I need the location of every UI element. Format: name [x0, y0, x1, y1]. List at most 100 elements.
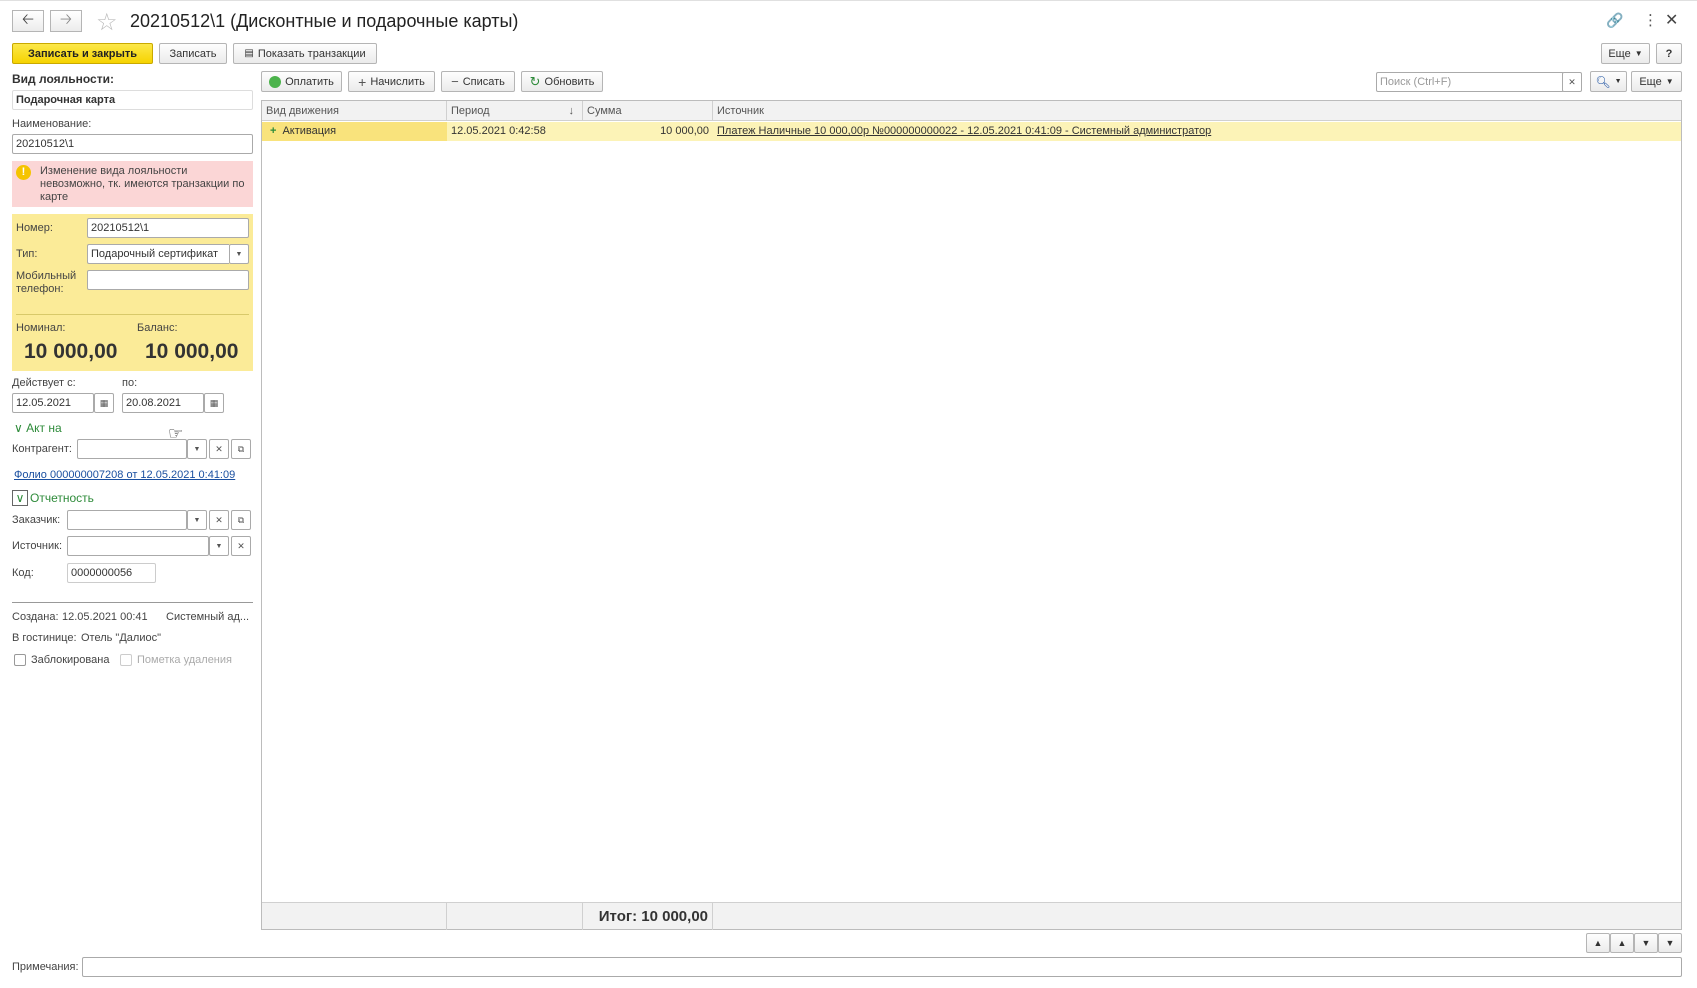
search-placeholder: Поиск (Ctrl+F) — [1380, 76, 1452, 88]
calendar-icon: ▦ — [99, 397, 109, 408]
alert-text: Изменение вида лояльности невозможно, тк… — [40, 165, 245, 203]
table-row[interactable]: + Активация 12.05.2021 0:42:58 10 000,00 … — [262, 122, 1681, 141]
card-panel-divider — [16, 314, 249, 315]
alert-box: ! Изменение вида лояльности невозможно, … — [12, 161, 253, 207]
cell-source-link[interactable]: Платеж Наличные 10 000,00р №000000000022… — [713, 122, 1681, 141]
customer-field[interactable] — [67, 510, 187, 530]
link-icon[interactable]: 🔗 — [1606, 12, 1623, 29]
customer-clear-button[interactable]: ✕ — [209, 510, 229, 530]
valid-from-calendar-button[interactable]: ▦ — [94, 393, 114, 413]
valid-from-label: Действует с: — [12, 377, 76, 389]
column-header-source[interactable]: Источник — [713, 101, 1681, 121]
transactions-table[interactable]: Вид движения Период ↓ Сумма Источник + Ак… — [261, 100, 1682, 930]
folio-link[interactable]: Фолио 000000007208 от 12.05.2021 0:41:09 — [14, 469, 235, 481]
pay-label: Оплатить — [285, 75, 334, 88]
created-value: 12.05.2021 00:41 — [62, 611, 148, 623]
type-dropdown-button[interactable]: ▼ — [229, 244, 249, 264]
refresh-button[interactable]: ↻ Обновить — [521, 71, 603, 92]
phone-field[interactable] — [87, 270, 249, 290]
counterparty-field[interactable] — [77, 439, 187, 459]
source-clear-button[interactable]: ✕ — [231, 536, 251, 556]
chevron-down-icon: ▼ — [235, 250, 243, 258]
blocked-label: Заблокирована — [31, 654, 110, 666]
nominal-value: 10 000,00 — [24, 340, 118, 363]
valid-to-field[interactable]: 20.08.2021 — [122, 393, 204, 413]
counterparty-clear-button[interactable]: ✕ — [209, 439, 229, 459]
top-border — [0, 0, 1697, 1]
name-field[interactable]: 20210512\1 — [12, 134, 253, 154]
kebab-icon[interactable]: ⋮ — [1643, 11, 1658, 29]
accrue-button[interactable]: + Начислить — [348, 71, 435, 92]
cell-kind: + Активация — [262, 122, 447, 141]
created-label: Создана: — [12, 611, 59, 623]
show-transactions-label: Показать транзакции — [257, 47, 366, 60]
scroll-down-button[interactable]: ▼ — [1634, 933, 1658, 953]
table-more-label: Еще — [1639, 75, 1662, 88]
valid-to-calendar-button[interactable]: ▦ — [204, 393, 224, 413]
cell-sum: 10 000,00 — [660, 125, 709, 137]
double-up-icon: ▲ — [1593, 938, 1603, 948]
search-button[interactable]: 🔍︎ ▼ — [1590, 71, 1627, 92]
chevron-down-icon: ∨ — [12, 490, 28, 506]
scroll-top-button[interactable]: ▲ — [1586, 933, 1610, 953]
scroll-bottom-button[interactable]: ▼ — [1658, 933, 1682, 953]
writeoff-button[interactable]: − Списать — [441, 71, 515, 92]
window-title: 20210512\1 (Дисконтные и подарочные карт… — [130, 11, 519, 31]
type-select[interactable]: Подарочный сертификат — [87, 244, 229, 264]
counterparty-open-button[interactable]: ⧉ — [231, 439, 251, 459]
source-field[interactable] — [67, 536, 209, 556]
scroll-up-button[interactable]: ▲ — [1610, 933, 1634, 953]
double-down-icon: ▼ — [1665, 938, 1675, 948]
counterparty-label: Контрагент: — [12, 443, 72, 455]
more-button[interactable]: Еще ▼ — [1601, 43, 1650, 64]
balance-label: Баланс: — [137, 322, 178, 334]
chevron-down-icon: ▼ — [193, 445, 201, 453]
plus-icon: + — [270, 125, 277, 137]
forward-button[interactable]: 🡢 — [50, 10, 82, 32]
table-more-button[interactable]: Еще ▼ — [1631, 71, 1682, 92]
search-input[interactable]: Поиск (Ctrl+F) — [1376, 72, 1564, 92]
loyalty-field[interactable]: Подарочная карта — [12, 90, 253, 110]
created-by: Системный ад... — [166, 611, 250, 623]
deletion-checkbox[interactable] — [120, 654, 132, 666]
number-label: Номер: — [16, 222, 53, 234]
blocked-checkbox[interactable] — [14, 654, 26, 666]
source-dropdown-button[interactable]: ▼ — [209, 536, 229, 556]
arrow-left-icon: 🡠 — [21, 10, 35, 28]
pay-button[interactable]: Оплатить — [261, 71, 342, 92]
nominal-label: Номинал: — [16, 322, 66, 334]
search-clear-button[interactable]: ✕ — [1562, 72, 1582, 92]
code-field[interactable]: 0000000056 — [67, 563, 156, 583]
hotel-label: В гостинице: — [12, 632, 77, 644]
accrue-label: Начислить — [370, 75, 425, 88]
counterparty-dropdown-button[interactable]: ▼ — [187, 439, 207, 459]
akt-group-toggle[interactable]: ∨ Акт на — [14, 421, 62, 435]
column-header-kind[interactable]: Вид движения — [262, 101, 447, 121]
save-button[interactable]: Записать — [159, 43, 227, 64]
code-label: Код: — [12, 567, 34, 579]
close-icon: ✕ — [1568, 76, 1576, 87]
valid-from-field[interactable]: 12.05.2021 — [12, 393, 94, 413]
star-icon[interactable]: ☆ — [96, 8, 118, 37]
column-header-sum[interactable]: Сумма — [583, 101, 713, 121]
save-close-button[interactable]: Записать и закрыть — [12, 43, 153, 64]
back-button[interactable]: 🡠 — [12, 10, 44, 32]
notes-field[interactable] — [82, 957, 1682, 977]
search-icon: 🔍︎ — [1595, 74, 1611, 89]
column-header-period-label: Период — [451, 105, 490, 117]
open-icon: ⧉ — [237, 514, 245, 525]
reporting-group-toggle[interactable]: ∨ Отчетность — [12, 490, 94, 506]
column-header-period[interactable]: Период ↓ — [447, 101, 583, 121]
name-label: Наименование: — [12, 118, 92, 130]
number-field[interactable]: 20210512\1 — [87, 218, 249, 238]
customer-label: Заказчик: — [12, 514, 61, 526]
minus-icon: − — [451, 74, 459, 89]
customer-open-button[interactable]: ⧉ — [231, 510, 251, 530]
green-circle-icon — [269, 75, 282, 88]
chevron-down-icon: ∨ — [14, 421, 23, 435]
close-icon[interactable]: ✕ — [1665, 10, 1678, 30]
help-button[interactable]: ? — [1656, 43, 1682, 64]
show-transactions-button[interactable]: ▤ Показать транзакции — [233, 43, 377, 64]
customer-dropdown-button[interactable]: ▼ — [187, 510, 207, 530]
balance-value: 10 000,00 — [145, 340, 239, 363]
